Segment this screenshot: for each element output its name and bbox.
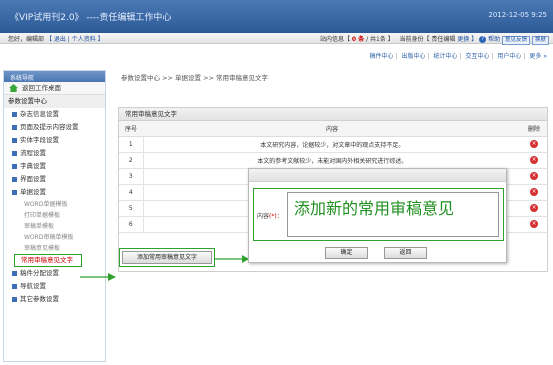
row-index: 3	[119, 168, 144, 185]
logout-link[interactable]: 【 退出	[46, 36, 66, 43]
sidebar-item-label: 杂志信息设置	[20, 110, 59, 118]
panel-title: 常用审稿意见文字	[119, 108, 547, 121]
nav-user[interactable]: 用户中心	[497, 53, 521, 60]
annotation-arrow-sidebar	[80, 273, 116, 281]
sidebar-item-fields[interactable]: 实体字段设置	[4, 134, 105, 147]
dialog-title-bar	[249, 169, 506, 182]
nav-manuscript[interactable]: 稿件中心	[370, 53, 394, 60]
row-index: 1	[119, 136, 144, 153]
sidebar-item-label: 导航设置	[20, 282, 46, 290]
home-icon	[9, 84, 18, 92]
feedback-button[interactable]: 意见反馈	[502, 36, 531, 45]
role-change-link[interactable]: 更换 】	[457, 36, 477, 43]
expand-icon	[12, 296, 17, 302]
required-mark: (*)	[269, 213, 277, 220]
messages-total: / 共1条 】	[366, 36, 394, 43]
app-title: 《VIP试用刊2.0》 ----责任编辑工作中心	[10, 13, 172, 23]
chevron-down-icon[interactable]: »	[543, 53, 547, 60]
delete-icon[interactable]: ×	[530, 204, 538, 212]
collapse-icon	[12, 189, 17, 195]
annotation-arrow-dialog	[214, 255, 249, 263]
col-content: 内容	[143, 121, 521, 137]
add-opinion-dialog: 内容(*)： 添加新的常用审稿意见 确定 返回	[248, 168, 507, 263]
expand-icon	[12, 270, 17, 276]
content-label: 内容(*)：	[257, 211, 283, 220]
back-button[interactable]: 返回	[384, 247, 427, 259]
sidebar-item-label: 实体字段设置	[20, 136, 59, 144]
sidebar-item-pages[interactable]: 页面及提示内容设置	[4, 121, 105, 134]
sidebar-home[interactable]: 返回工作桌面	[4, 82, 105, 95]
title-bar: 《VIP试用刊2.0》 ----责任编辑工作中心 2012-12-05 9:25	[0, 0, 553, 33]
row-index: 6	[119, 216, 144, 233]
help-icon[interactable]: ?	[479, 36, 487, 43]
expand-icon	[12, 283, 17, 289]
confirm-button[interactable]: 确定	[325, 247, 368, 259]
content-label-text: 内容	[257, 213, 270, 220]
opinion-content-input[interactable]: 添加新的常用审稿意见	[287, 192, 499, 237]
table-header: 序号 内容 删除	[119, 121, 547, 137]
sidebar-item-label: 字典设置	[20, 162, 46, 170]
expand-icon	[12, 150, 17, 156]
sidebar-item-flow[interactable]: 流程设置	[4, 147, 105, 160]
add-opinion-button[interactable]: 添加常用审稿意见文字	[122, 251, 212, 264]
sidebar-item-label: 单据设置	[20, 188, 46, 196]
sidebar-sub-common-opinions[interactable]: 常用审稿意见文字	[14, 254, 82, 267]
expand-icon	[12, 137, 17, 143]
sidebar-sub-word-review-template[interactable]: WORD审稿单模板	[4, 232, 105, 243]
sidebar-item-journal[interactable]: 杂志信息设置	[4, 108, 105, 121]
sidebar-item-label: 其它参数设置	[20, 295, 59, 303]
label-colon: ：	[276, 213, 283, 220]
greeting: 您好，编辑部	[8, 36, 45, 43]
sidebar-sub-review-template[interactable]: 审稿单模板	[4, 221, 105, 232]
expand-icon	[12, 111, 17, 117]
table-row: 2 本文的参考文献较少，未能对国内外相关研究进行综述。 ×	[119, 152, 547, 169]
row-index: 5	[119, 200, 144, 217]
sidebar-sub-opinion-template[interactable]: 审稿意见模板	[4, 243, 105, 254]
messages-unread[interactable]: 0 条	[352, 36, 364, 43]
role-prefix: 当前身份【 责任编辑	[399, 36, 456, 43]
sidebar-item-ui[interactable]: 界面设置	[4, 173, 105, 186]
row-content[interactable]: 本文研究内容，论据较少，对文章中的观点支持不足。	[143, 136, 521, 153]
table-row: 1 本文研究内容，论据较少，对文章中的观点支持不足。 ×	[119, 136, 547, 153]
row-index: 2	[119, 152, 144, 169]
row-content[interactable]: 本文的参考文献较少，未能对国内外相关研究进行综述。	[143, 152, 521, 169]
sidebar-item-other[interactable]: 其它参数设置	[4, 293, 105, 306]
sidebar-home-label: 返回工作桌面	[22, 84, 61, 92]
sidebar-item-label: 稿件分配设置	[20, 269, 59, 277]
expand-icon	[12, 176, 17, 182]
breadcrumb: 参数设置中心 >> 单据设置 >> 常用审稿意见文字	[121, 74, 269, 82]
delete-icon[interactable]: ×	[530, 172, 538, 180]
sidebar-item-forms[interactable]: 单据设置	[4, 186, 105, 199]
nav-stats[interactable]: 统计中心	[433, 53, 457, 60]
sidebar-item-label: 页面及提示内容设置	[20, 123, 79, 131]
messages-prefix: 站内信息【	[319, 36, 350, 43]
sidebar-item-label: 界面设置	[20, 175, 46, 183]
sidebar-sub-print-template[interactable]: 打印单据模板	[4, 210, 105, 221]
delete-icon[interactable]: ×	[530, 220, 538, 228]
row-index: 4	[119, 184, 144, 201]
col-index: 序号	[119, 121, 143, 137]
sidebar-section-params[interactable]: 参数设置中心	[4, 95, 105, 108]
top-nav: 稿件中心 | 出版中心 | 统计中心 | 交互中心 | 用户中心 | 更多 »	[369, 53, 547, 60]
col-delete: 删除	[521, 121, 547, 137]
delete-icon[interactable]: ×	[530, 188, 538, 196]
profile-link[interactable]: | 个人资料 】	[68, 36, 104, 43]
current-date: 2012-12-05 9:25	[488, 11, 547, 19]
nav-more[interactable]: 更多	[529, 53, 541, 60]
info-bar: 您好，编辑部 【 退出 | 个人资料 】 站内信息【 0 条 / 共1条 】 当…	[0, 33, 553, 45]
help-link[interactable]: 帮助	[488, 36, 500, 43]
expand-icon	[12, 124, 17, 130]
sidebar: 系统导航 返回工作桌面 参数设置中心 杂志信息设置 页面及提示内容设置 实体字段…	[3, 70, 106, 362]
nav-publish[interactable]: 出版中心	[402, 53, 426, 60]
sidebar-item-label: 流程设置	[20, 149, 46, 157]
sidebar-item-dict[interactable]: 字典设置	[4, 160, 105, 173]
delete-icon[interactable]: ×	[530, 140, 538, 148]
expand-icon	[12, 163, 17, 169]
sidebar-sub-word-template[interactable]: WORD单据模板	[4, 199, 105, 210]
skin-button[interactable]: 换肤	[531, 36, 549, 45]
delete-icon[interactable]: ×	[530, 156, 538, 164]
sidebar-header: 系统导航	[4, 71, 105, 82]
nav-interact[interactable]: 交互中心	[465, 53, 489, 60]
